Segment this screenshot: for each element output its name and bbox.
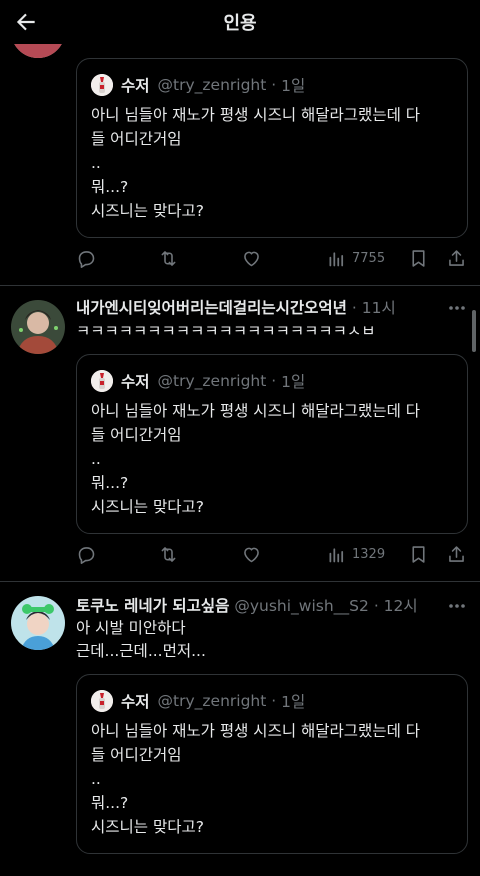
quoted-text: 아니 님들아 재노가 평생 시즈니 해달라그랬는데 다 들 어디간거임 .. 뭐… [91, 722, 421, 836]
share-icon [449, 249, 464, 266]
quoted-header: 수저 @try_zenright · 1일 [91, 689, 305, 713]
quoted-tweet[interactable]: 수저 @try_zenright · 1일 아니 님들아 재노가 평생 시즈니 … [76, 58, 468, 238]
more-icon [449, 604, 465, 608]
quoted-tweet[interactable]: 수저 @try_zenright · 1일 아니 님들아 재노가 평생 시즈니 … [76, 674, 468, 854]
reply-button[interactable] [76, 246, 97, 270]
more-button[interactable] [446, 300, 468, 316]
views-count: 1329 [352, 546, 386, 562]
like-icon [244, 547, 259, 562]
avatar[interactable] [11, 300, 65, 354]
tweet-2[interactable]: 내가엔시티잊어버리는데걸리는시간오억년 · 11시 ㅋㅋㅋㅋㅋㅋㅋㅋㅋㅋㅋㅋㅋㅋ… [0, 286, 480, 582]
quoted-timestamp: 1일 [281, 693, 306, 711]
separator-dot: · [266, 372, 282, 390]
author-name[interactable]: 토쿠노 레네가 되고싶음 [76, 597, 229, 615]
views-icon [329, 251, 344, 266]
tweet-text: ㅋㅋㅋㅋㅋㅋㅋㅋㅋㅋㅋㅋㅋㅋㅋㅋㅋㅋㅋㅅㅂ [76, 322, 376, 340]
scrollbar-thumb[interactable] [472, 310, 476, 352]
author-line: 내가엔시티잊어버리는데걸리는시간오억년 · 11시 [76, 296, 440, 318]
avatar [91, 74, 113, 96]
reply-button[interactable] [76, 542, 97, 566]
separator-dot: · [368, 597, 384, 615]
retweet-button[interactable] [158, 542, 179, 566]
views-count: 7755 [352, 250, 386, 266]
like-button[interactable] [241, 542, 262, 566]
views-button[interactable]: 1329 [326, 542, 385, 566]
views-button[interactable]: 7755 [326, 246, 385, 270]
tweet-3[interactable]: 토쿠노 레네가 되고싶음 @yushi_wish__S2 · 12시 아 시발 … [0, 582, 480, 876]
quoted-author-handle: @try_zenright [157, 76, 267, 94]
like-icon [244, 251, 259, 266]
separator-dot: · [266, 692, 282, 710]
quoted-author-handle: @try_zenright [157, 372, 267, 390]
bookmark-icon [412, 545, 425, 563]
quoted-author-name: 수저 [121, 693, 150, 711]
quoted-tweet[interactable]: 수저 @try_zenright · 1일 아니 님들아 재노가 평생 시즈니 … [76, 354, 468, 534]
share-icon [449, 545, 464, 562]
quoted-text: 아니 님들아 재노가 평생 시즈니 해달라그랬는데 다 들 어디간거임 .. 뭐… [91, 402, 421, 516]
page-title: 인용 [223, 13, 257, 34]
retweet-icon [161, 250, 176, 266]
quoted-text: 아니 님들아 재노가 평생 시즈니 해달라그랬는데 다 들 어디간거임 .. 뭐… [91, 106, 421, 220]
separator-dot: · [266, 76, 282, 94]
quoted-author-name: 수저 [121, 77, 150, 95]
reply-icon [78, 250, 95, 268]
author-line: 토쿠노 레네가 되고싶음 @yushi_wish__S2 · 12시 [76, 594, 440, 616]
top-bar: 인용 [0, 0, 480, 44]
share-button[interactable] [446, 246, 467, 270]
author-name[interactable]: 내가엔시티잊어버리는데걸리는시간오억년 [76, 299, 347, 317]
tweet-text: 아 시발 미안하다 근데...근데...먼저... [76, 619, 206, 660]
quoted-author-handle: @try_zenright [157, 692, 267, 710]
timestamp[interactable]: 11시 [362, 299, 396, 317]
author-handle[interactable]: @yushi_wish__S2 [234, 597, 369, 615]
bookmark-icon [412, 249, 425, 267]
timestamp[interactable]: 12시 [384, 597, 418, 615]
bookmark-button[interactable] [408, 542, 429, 566]
avatar [91, 370, 113, 392]
action-bar: 7755 [76, 246, 472, 270]
action-bar: 1329 [76, 542, 472, 566]
quoted-header: 수저 @try_zenright · 1일 [91, 73, 305, 97]
quoted-author-name: 수저 [121, 373, 150, 391]
share-button[interactable] [446, 542, 467, 566]
retweet-icon [161, 546, 176, 562]
bookmark-button[interactable] [408, 246, 429, 270]
quoted-timestamp: 1일 [281, 77, 306, 95]
more-icon [449, 306, 465, 310]
more-button[interactable] [446, 598, 468, 614]
avatar[interactable] [11, 596, 65, 650]
retweet-button[interactable] [158, 246, 179, 270]
reply-icon [78, 546, 95, 564]
quoted-header: 수저 @try_zenright · 1일 [91, 369, 305, 393]
separator-dot: · [346, 299, 362, 317]
like-button[interactable] [241, 246, 262, 270]
avatar [91, 690, 113, 712]
quoted-timestamp: 1일 [281, 373, 306, 391]
views-icon [329, 547, 344, 562]
